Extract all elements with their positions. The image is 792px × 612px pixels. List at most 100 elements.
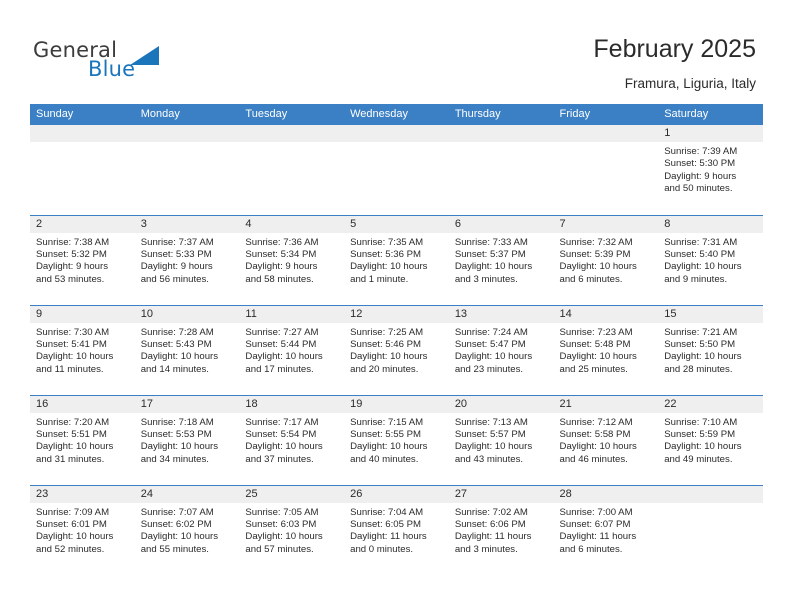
day-daylight-line: Daylight: 9 hours — [245, 261, 318, 273]
day-sunrise-line: Sunrise: 7:35 AM — [350, 236, 424, 248]
brand-logo[interactable]: General Blue — [33, 38, 233, 86]
day-sunset-line: Sunset: 5:30 PM — [664, 158, 736, 170]
day-daylight-line: Daylight: 10 hours — [454, 441, 533, 453]
day-number: 14 — [553, 305, 659, 323]
calendar-day-cell[interactable]: 3 Sunrise: 7:37 AM Sunset: 5:33 PM Daylight… — [134, 214, 240, 305]
calendar-day-cell[interactable]: 8 Sunrise: 7:31 AM Sunset: 5:40 PM Daylight… — [658, 214, 763, 305]
day-cell-content: 5 Sunrise: 7:35 AM Sunset: 5:36 PM Daylight… — [344, 215, 449, 305]
day-daylight-line: Daylight: 10 hours — [350, 261, 428, 273]
day-daylight-line: and 55 minutes. — [140, 543, 209, 555]
day-daylight-line: and 31 minutes. — [36, 453, 105, 465]
day-daylight-line: Daylight: 10 hours — [36, 441, 114, 453]
day-number — [658, 485, 763, 503]
calendar-day-cell[interactable]: 6 Sunrise: 7:33 AM Sunset: 5:37 PM Daylight… — [448, 214, 554, 305]
calendar-empty-cell — [134, 125, 240, 215]
calendar-day-cell[interactable]: 21 Sunrise: 7:12 AM Sunset: 5:58 PM Dayligh… — [553, 394, 659, 485]
day-number — [553, 125, 659, 142]
calendar-day-cell[interactable]: 23 Sunrise: 7:09 AM Sunset: 6:01 PM Dayligh… — [30, 484, 135, 575]
day-number: 17 — [134, 395, 240, 413]
calendar-day-cell[interactable]: 18 Sunrise: 7:17 AM Sunset: 5:54 PM Dayligh… — [239, 394, 345, 485]
day-sun-info: Sunrise: 7:39 AM Sunset: 5:30 PM Daylight:… — [658, 142, 763, 196]
day-cell-content: 9 Sunrise: 7:30 AM Sunset: 5:41 PM Daylight… — [30, 305, 135, 395]
calendar-day-cell[interactable]: 2 Sunrise: 7:38 AM Sunset: 5:32 PM Daylight… — [30, 214, 135, 305]
day-sunset-line: Sunset: 5:58 PM — [559, 428, 631, 440]
brand-name-blue: Blue — [88, 57, 136, 81]
day-cell-content — [344, 125, 449, 215]
day-daylight-line: and 57 minutes. — [245, 543, 314, 555]
day-cell-content: 2 Sunrise: 7:38 AM Sunset: 5:32 PM Daylight… — [30, 215, 135, 305]
day-cell-content — [239, 125, 345, 215]
day-number: 10 — [134, 305, 240, 323]
day-sun-info: Sunrise: 7:30 AM Sunset: 5:41 PM Daylight:… — [30, 323, 135, 377]
day-sun-info: Sunrise: 7:04 AM Sunset: 6:05 PM Daylight:… — [344, 503, 449, 557]
calendar-day-cell[interactable]: 7 Sunrise: 7:32 AM Sunset: 5:39 PM Daylight… — [553, 214, 659, 305]
day-sun-info: Sunrise: 7:27 AM Sunset: 5:44 PM Daylight:… — [239, 323, 344, 377]
day-sun-info: Sunrise: 7:21 AM Sunset: 5:50 PM Daylight:… — [658, 323, 763, 377]
day-number: 20 — [448, 395, 554, 413]
calendar-empty-cell — [344, 125, 449, 215]
calendar-day-cell[interactable]: 19 Sunrise: 7:15 AM Sunset: 5:55 PM Dayligh… — [344, 394, 449, 485]
day-sunrise-line: Sunrise: 7:21 AM — [664, 326, 738, 338]
day-sunrise-line: Sunrise: 7:15 AM — [350, 416, 424, 428]
day-sunrise-line: Sunrise: 7:18 AM — [140, 416, 214, 428]
calendar-day-cell[interactable]: 22 Sunrise: 7:10 AM Sunset: 5:59 PM Dayligh… — [658, 394, 763, 485]
weekday-header-friday: Friday — [553, 104, 659, 125]
day-daylight-line: and 14 minutes. — [140, 363, 209, 375]
day-cell-content: 8 Sunrise: 7:31 AM Sunset: 5:40 PM Daylight… — [658, 215, 763, 305]
day-daylight-line: and 0 minutes. — [350, 543, 414, 555]
calendar-day-cell[interactable]: 10 Sunrise: 7:28 AM Sunset: 5:43 PM Dayligh… — [134, 304, 240, 395]
calendar-day-cell[interactable]: 20 Sunrise: 7:13 AM Sunset: 5:57 PM Dayligh… — [448, 394, 554, 485]
calendar-day-cell[interactable]: 13 Sunrise: 7:24 AM Sunset: 5:47 PM Dayligh… — [448, 304, 554, 395]
calendar-day-cell[interactable]: 26 Sunrise: 7:04 AM Sunset: 6:05 PM Dayligh… — [344, 484, 449, 576]
calendar-empty-cell — [448, 125, 554, 215]
day-number: 18 — [239, 395, 345, 413]
day-sun-info: Sunrise: 7:13 AM Sunset: 5:57 PM Daylight:… — [449, 413, 554, 467]
day-number — [448, 125, 554, 142]
day-sunset-line: Sunset: 5:55 PM — [350, 428, 422, 440]
day-cell-content: 26 Sunrise: 7:04 AM Sunset: 6:05 PM Dayligh… — [344, 485, 449, 576]
day-daylight-line: Daylight: 10 hours — [140, 351, 219, 363]
day-cell-content: 7 Sunrise: 7:32 AM Sunset: 5:39 PM Daylight… — [553, 215, 659, 305]
day-sun-info: Sunrise: 7:35 AM Sunset: 5:36 PM Daylight:… — [344, 233, 449, 287]
day-number: 19 — [344, 395, 449, 413]
day-number: 11 — [239, 305, 345, 323]
calendar-day-cell[interactable]: 24 Sunrise: 7:07 AM Sunset: 6:02 PM Dayligh… — [134, 484, 240, 575]
calendar-day-cell[interactable]: 1 Sunrise: 7:39 AM Sunset: 5:30 PM Daylight… — [658, 125, 763, 215]
day-daylight-line: and 46 minutes. — [559, 453, 628, 465]
day-sunset-line: Sunset: 5:54 PM — [245, 428, 317, 440]
day-number: 27 — [448, 485, 554, 503]
day-number: 26 — [344, 485, 449, 503]
day-number: 16 — [30, 395, 135, 413]
calendar-week-row: 9 Sunrise: 7:30 AM Sunset: 5:41 PM Daylight… — [30, 304, 763, 395]
calendar-day-cell[interactable]: 27 Sunrise: 7:02 AM Sunset: 6:06 PM Dayligh… — [448, 484, 554, 575]
day-sunrise-line: Sunrise: 7:13 AM — [454, 416, 528, 428]
day-cell-content: 6 Sunrise: 7:33 AM Sunset: 5:37 PM Daylight… — [448, 215, 554, 305]
day-sunrise-line: Sunrise: 7:00 AM — [559, 506, 633, 518]
day-cell-content: 20 Sunrise: 7:13 AM Sunset: 5:57 PM Dayligh… — [448, 395, 554, 485]
calendar-day-cell[interactable]: 4 Sunrise: 7:36 AM Sunset: 5:34 PM Daylight… — [239, 214, 345, 305]
day-sunrise-line: Sunrise: 7:04 AM — [350, 506, 424, 518]
calendar-day-cell[interactable]: 15 Sunrise: 7:21 AM Sunset: 5:50 PM Dayligh… — [658, 304, 763, 395]
day-daylight-line: and 53 minutes. — [36, 273, 105, 285]
calendar-day-cell[interactable]: 28 Sunrise: 7:00 AM Sunset: 6:07 PM Dayligh… — [553, 484, 659, 575]
calendar-day-cell[interactable]: 16 Sunrise: 7:20 AM Sunset: 5:51 PM Dayligh… — [30, 394, 135, 485]
weekday-header-tuesday: Tuesday — [239, 104, 345, 125]
calendar-day-cell[interactable]: 14 Sunrise: 7:23 AM Sunset: 5:48 PM Dayligh… — [553, 304, 659, 395]
day-sun-info: Sunrise: 7:02 AM Sunset: 6:06 PM Daylight:… — [449, 503, 554, 557]
day-cell-content: 22 Sunrise: 7:10 AM Sunset: 5:59 PM Dayligh… — [658, 395, 763, 485]
calendar-day-cell[interactable]: 25 Sunrise: 7:05 AM Sunset: 6:03 PM Dayligh… — [239, 484, 345, 575]
day-cell-content: 3 Sunrise: 7:37 AM Sunset: 5:33 PM Daylight… — [134, 215, 240, 305]
calendar-day-cell[interactable]: 9 Sunrise: 7:30 AM Sunset: 5:41 PM Daylight… — [30, 304, 135, 395]
day-daylight-line: Daylight: 10 hours — [559, 261, 637, 273]
calendar-day-cell[interactable]: 11 Sunrise: 7:27 AM Sunset: 5:44 PM Dayligh… — [239, 304, 345, 395]
calendar-day-cell[interactable]: 12 Sunrise: 7:25 AM Sunset: 5:46 PM Dayligh… — [344, 304, 449, 395]
calendar-day-cell[interactable]: 17 Sunrise: 7:18 AM Sunset: 5:53 PM Dayligh… — [134, 394, 240, 485]
page-title: February 2025 — [593, 35, 756, 63]
calendar-day-cell[interactable]: 5 Sunrise: 7:35 AM Sunset: 5:36 PM Daylight… — [344, 214, 449, 305]
day-sunrise-line: Sunrise: 7:27 AM — [245, 326, 319, 338]
day-daylight-line: Daylight: 10 hours — [245, 531, 323, 543]
day-daylight-line: Daylight: 9 hours — [664, 170, 737, 182]
day-sunset-line: Sunset: 5:59 PM — [664, 428, 736, 440]
day-sun-info: Sunrise: 7:32 AM Sunset: 5:39 PM Daylight:… — [554, 233, 659, 287]
day-sun-info: Sunrise: 7:28 AM Sunset: 5:43 PM Daylight:… — [135, 323, 240, 377]
